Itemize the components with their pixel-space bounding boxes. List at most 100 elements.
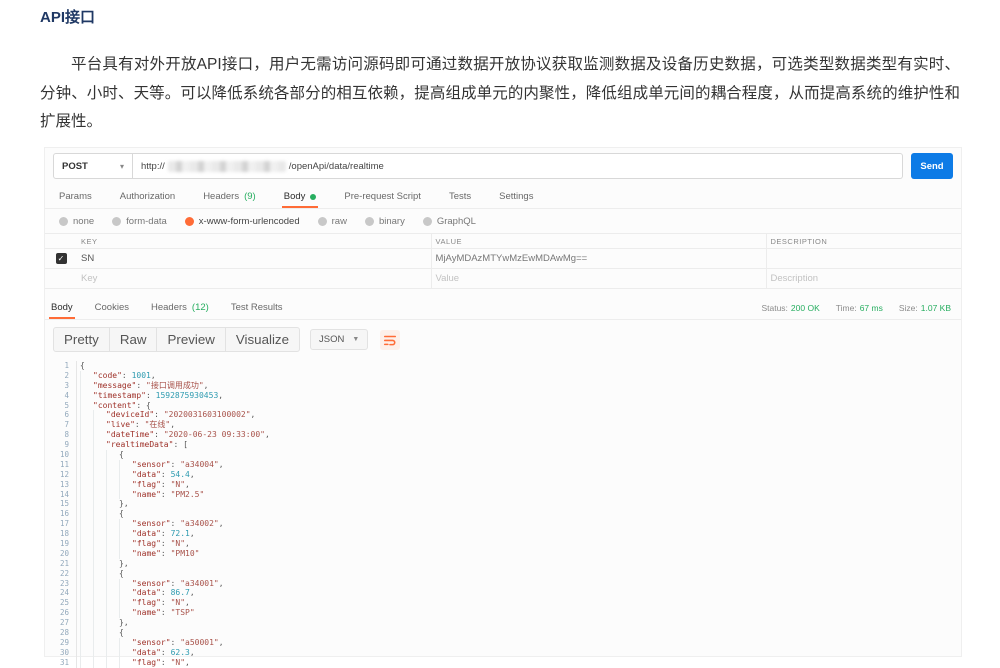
tab-pre-request-script[interactable]: Pre-request Script <box>342 184 423 208</box>
wrap-text-button[interactable] <box>380 330 400 350</box>
indent-guide <box>106 499 119 509</box>
body-mode-radios: none form-data x-www-form-urlencoded raw bin… <box>45 209 961 233</box>
indent-guide <box>80 638 93 648</box>
line-number: 4 <box>51 391 77 401</box>
url-prefix: http:// <box>141 161 165 172</box>
indent-guide <box>80 598 93 608</box>
indent-guide <box>80 608 93 618</box>
code-line: 22{ <box>51 569 961 579</box>
response-view-bar: PrettyRawPreviewVisualize JSON ▼ <box>45 320 961 357</box>
http-method-select[interactable]: POST ▾ <box>53 153 133 179</box>
indent-guide <box>93 588 106 598</box>
code-line: 31"flag": "N", <box>51 658 961 668</box>
indent-guide <box>93 618 106 628</box>
indent-guide <box>106 618 119 628</box>
indent-guide <box>106 648 119 658</box>
indent-guide <box>80 391 93 401</box>
indent-guide <box>106 638 119 648</box>
indent-guide <box>119 490 132 500</box>
code-line: 4"timestamp": 1592875930453, <box>51 391 961 401</box>
kv-key-cell[interactable]: SN <box>77 249 431 269</box>
radio-icon <box>318 217 327 226</box>
response-tab-test-results[interactable]: Test Results <box>229 295 285 319</box>
view-visualize-button[interactable]: Visualize <box>225 327 300 352</box>
kv-value-placeholder[interactable]: Value <box>431 269 766 289</box>
response-header: BodyCookiesHeaders (12)Test Results Stat… <box>45 295 961 320</box>
response-tab-cookies[interactable]: Cookies <box>93 295 131 319</box>
response-tab-body[interactable]: Body <box>49 295 75 319</box>
code-line: 7"live": "在线", <box>51 420 961 430</box>
indent-guide <box>106 470 119 480</box>
code-line: 3"message": "接口调用成功", <box>51 381 961 391</box>
kv-value-cell[interactable]: MjAyMDAzMTYwMzEwMDAwMg== <box>431 249 766 269</box>
line-number: 11 <box>51 460 77 470</box>
radio-binary[interactable]: binary <box>365 216 405 227</box>
radio-icon <box>59 217 68 226</box>
view-raw-button[interactable]: Raw <box>109 327 158 352</box>
kv-description-placeholder[interactable]: Description <box>766 269 961 289</box>
tab-settings[interactable]: Settings <box>497 184 535 208</box>
line-number: 7 <box>51 420 77 430</box>
view-pretty-button[interactable]: Pretty <box>53 327 110 352</box>
format-value: JSON <box>319 334 344 345</box>
code-line: 16{ <box>51 509 961 519</box>
format-select[interactable]: JSON ▼ <box>310 329 368 350</box>
indent-guide <box>80 648 93 658</box>
indent-guide <box>93 579 106 589</box>
tab-body[interactable]: Body <box>282 184 319 208</box>
radio-x-www-form-urlencoded[interactable]: x-www-form-urlencoded <box>185 216 300 227</box>
kv-header-row: KEY VALUE DESCRIPTION <box>45 234 961 249</box>
code-line: 26"name": "TSP" <box>51 608 961 618</box>
code-line: 20"name": "PM10" <box>51 549 961 559</box>
radio-icon <box>365 217 374 226</box>
code-line: 30"data": 62.3, <box>51 648 961 658</box>
indent-guide <box>106 529 119 539</box>
row-checkbox[interactable]: ✓ <box>56 253 67 264</box>
code-line: 18"data": 72.1, <box>51 529 961 539</box>
request-url-input[interactable]: http:// /openApi/data/realtime <box>133 153 903 179</box>
kv-key-placeholder[interactable]: Key <box>77 269 431 289</box>
indent-guide <box>80 401 93 411</box>
indent-guide <box>119 648 132 658</box>
kv-header-key: KEY <box>77 234 431 249</box>
line-number: 2 <box>51 371 77 381</box>
indent-guide <box>80 588 93 598</box>
indent-guide <box>93 608 106 618</box>
line-number: 10 <box>51 450 77 460</box>
radio-form-data[interactable]: form-data <box>112 216 167 227</box>
indent-guide <box>93 490 106 500</box>
tab-tests[interactable]: Tests <box>447 184 473 208</box>
indent-guide <box>93 519 106 529</box>
code-line: 14"name": "PM2.5" <box>51 490 961 500</box>
indent-guide <box>80 559 93 569</box>
line-number: 15 <box>51 499 77 509</box>
code-line: 10{ <box>51 450 961 460</box>
indent-guide <box>93 499 106 509</box>
indent-guide <box>93 509 106 519</box>
indent-guide <box>93 559 106 569</box>
tab-params[interactable]: Params <box>57 184 94 208</box>
indent-guide <box>93 410 106 420</box>
tab-authorization[interactable]: Authorization <box>118 184 177 208</box>
code-line: 12"data": 54.4, <box>51 470 961 480</box>
view-preview-button[interactable]: Preview <box>156 327 225 352</box>
radio-raw[interactable]: raw <box>318 216 347 227</box>
radio-graphql[interactable]: GraphQL <box>423 216 476 227</box>
request-url-bar: POST ▾ http:// /openApi/data/realtime Se… <box>45 148 961 184</box>
indent-guide <box>80 569 93 579</box>
tab-headers[interactable]: Headers (9) <box>201 184 258 208</box>
kv-description-cell[interactable] <box>766 249 961 269</box>
code-line: 17"sensor": "a34002", <box>51 519 961 529</box>
indent-guide <box>80 529 93 539</box>
send-button[interactable]: Send <box>911 153 953 179</box>
intro-paragraph: 平台具有对外开放API接口，用户无需访问源码即可通过数据开放协议获取监测数据及设… <box>40 51 960 137</box>
indent-guide <box>93 460 106 470</box>
code-line: 15}, <box>51 499 961 509</box>
line-number: 30 <box>51 648 77 658</box>
response-body-json[interactable]: 1{2"code": 1001,3"message": "接口调用成功",4"t… <box>45 357 961 668</box>
indent-guide <box>106 519 119 529</box>
radio-none[interactable]: none <box>59 216 94 227</box>
response-tab-headers[interactable]: Headers (12) <box>149 295 211 319</box>
indent-guide <box>119 529 132 539</box>
line-number: 20 <box>51 549 77 559</box>
